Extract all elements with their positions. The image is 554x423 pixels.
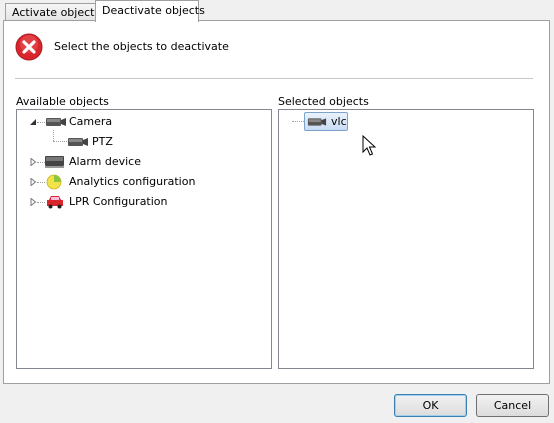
alarm-device-icon: [45, 156, 64, 168]
camera-icon: [46, 118, 66, 126]
expand-arrow-icon[interactable]: [29, 198, 37, 206]
cancel-button[interactable]: Cancel: [476, 394, 549, 417]
selected-objects-label: Selected objects: [278, 95, 369, 108]
tree-item-alarm-device[interactable]: Alarm device: [17, 154, 267, 170]
car-icon: [47, 196, 63, 209]
tree-line: [37, 122, 45, 123]
tree-item-label: PTZ: [92, 135, 113, 148]
tree-item-lpr-configuration[interactable]: LPR Configuration: [17, 194, 267, 210]
selected-objects-list[interactable]: [278, 109, 534, 369]
tab-label: Deactivate objects: [102, 4, 205, 17]
available-objects-label: Available objects: [16, 95, 109, 108]
collapse-arrow-icon[interactable]: [29, 118, 37, 126]
tree-item-label: Alarm device: [69, 155, 141, 168]
mouse-cursor-icon: [362, 135, 376, 156]
pie-chart-icon: [46, 174, 62, 190]
expand-arrow-icon[interactable]: [29, 178, 37, 186]
camera-icon: [68, 138, 88, 146]
selected-item-vlc[interactable]: vlc: [304, 112, 348, 131]
expand-arrow-icon[interactable]: [29, 158, 37, 166]
tree-item-label: Camera: [69, 115, 113, 128]
tree-item-analytics-configuration[interactable]: Analytics configuration: [17, 174, 267, 190]
available-objects-list[interactable]: Camera PTZ Alarm device Analytics config…: [16, 109, 272, 369]
tree-line: [37, 202, 45, 203]
tree-line: [53, 141, 67, 142]
error-x-icon: [15, 33, 43, 61]
header-text: Select the objects to deactivate: [54, 40, 229, 53]
ok-button[interactable]: OK: [394, 394, 467, 417]
tab-activate-objects[interactable]: Activate objects: [5, 3, 100, 20]
tab-label: Activate objects: [12, 6, 101, 19]
tree-item-label: LPR Configuration: [69, 195, 168, 208]
separator: [15, 78, 533, 79]
tab-deactivate-objects[interactable]: Deactivate objects: [95, 0, 205, 22]
tree-item-camera[interactable]: Camera: [17, 114, 267, 130]
tree-item-ptz[interactable]: PTZ: [17, 134, 267, 150]
selected-item-label: vlc: [331, 115, 347, 128]
tree-line: [292, 121, 304, 122]
tab-strip: Activate objects Deactivate objects: [2, 0, 552, 22]
camera-icon: [307, 118, 327, 126]
tree-item-label: Analytics configuration: [69, 175, 196, 188]
tree-line: [37, 182, 45, 183]
